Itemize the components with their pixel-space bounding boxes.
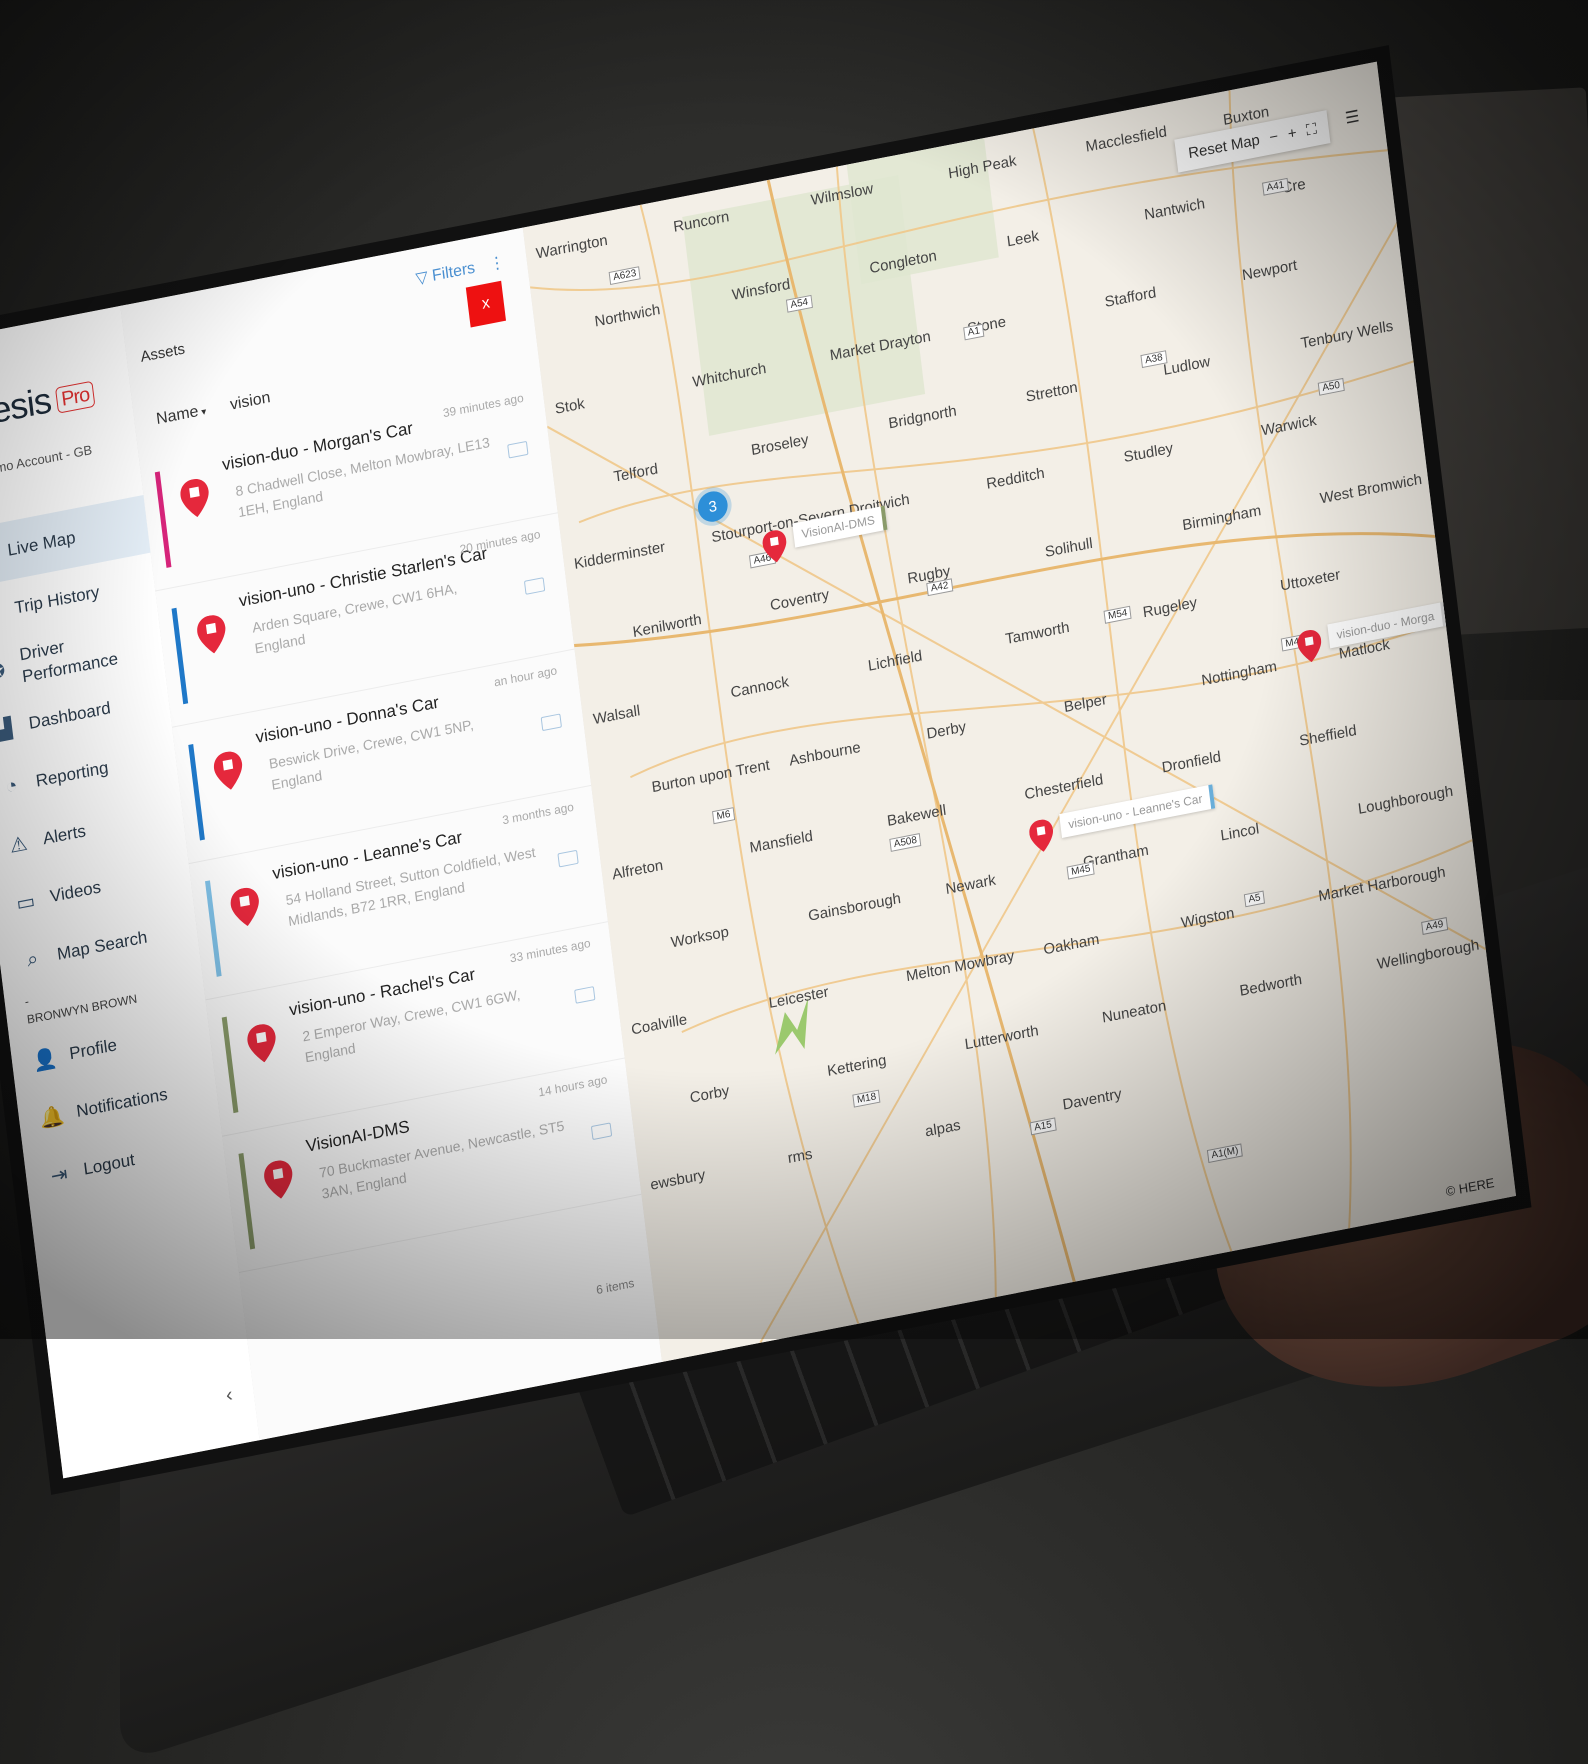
status-color-bar xyxy=(154,471,172,568)
sidebar-item-label: Profile xyxy=(68,1035,118,1064)
profile-icon: 👤 xyxy=(31,1046,59,1073)
map-search-icon: ⌕ xyxy=(25,947,40,972)
map-pin-icon[interactable] xyxy=(761,528,788,564)
warning-icon: ⚠ xyxy=(8,832,29,858)
map-pin-icon[interactable] xyxy=(1296,628,1323,664)
sidebar-item-label: Logout xyxy=(82,1149,136,1179)
map-pin-icon xyxy=(247,1024,276,1063)
account-name: dius Demo Account - GB xyxy=(0,441,93,484)
item-count: 6 items xyxy=(595,1275,636,1298)
map-pin-icon xyxy=(264,1160,293,1199)
map-menu-icon[interactable]: ☰ xyxy=(1344,106,1361,129)
filters-label: Filters xyxy=(431,259,477,285)
map-pin-icon xyxy=(213,751,243,790)
search-input[interactable]: vision xyxy=(229,389,271,414)
last-seen: 3 months ago xyxy=(501,799,575,828)
search-row: Name▾ vision xyxy=(155,389,271,429)
assets-title: Assets xyxy=(139,340,186,366)
zoom-out-button[interactable]: − xyxy=(1268,128,1279,147)
last-seen: an hour ago xyxy=(493,663,558,690)
bell-icon: 🔔 xyxy=(38,1104,66,1131)
sidebar-item-label: Map Search xyxy=(56,927,149,964)
map-pin-icon xyxy=(180,478,209,518)
clear-search-button[interactable]: x xyxy=(465,280,507,328)
pro-badge: Pro xyxy=(55,380,96,414)
reset-map-button[interactable]: Reset Map xyxy=(1187,131,1260,162)
filter-icon: ▽ xyxy=(414,268,429,288)
camera-icon[interactable] xyxy=(540,713,562,732)
video-icon: ▭ xyxy=(15,889,37,916)
app-logo: kinesis Pro xyxy=(0,371,96,441)
map-view[interactable]: Warrington Runcorn Wilmslow High Peak Maccle… xyxy=(522,61,1517,1362)
status-color-bar xyxy=(171,607,189,705)
map-roads xyxy=(529,90,1498,1344)
sort-dropdown[interactable]: Name▾ xyxy=(155,401,207,428)
sidebar-item-label: Reporting xyxy=(34,757,110,791)
sidebar-item-label: Dashboard xyxy=(27,698,112,733)
camera-icon[interactable] xyxy=(557,849,579,868)
last-seen: 14 hours ago xyxy=(537,1072,609,1100)
camera-icon[interactable] xyxy=(507,440,529,459)
map-pin-icon[interactable] xyxy=(1028,818,1055,854)
camera-icon[interactable] xyxy=(523,577,546,595)
status-color-bar xyxy=(238,1152,256,1250)
zoom-in-button[interactable]: + xyxy=(1287,124,1298,143)
map-pin-icon xyxy=(230,887,259,926)
sidebar-item-label: Trip History xyxy=(13,582,101,618)
last-seen: 39 minutes ago xyxy=(442,390,525,421)
last-seen: 20 minutes ago xyxy=(458,526,542,557)
pie-chart-icon: ◔ xyxy=(4,773,19,799)
dashboard-icon: ▟ xyxy=(0,716,14,742)
history-icon: ↺ xyxy=(0,598,4,628)
logo-text: kinesis xyxy=(0,379,53,440)
sidebar-item-label: Live Map xyxy=(6,527,77,560)
map-pin-icon xyxy=(197,615,226,654)
status-color-bar xyxy=(188,744,205,841)
status-color-bar xyxy=(205,880,222,977)
collapse-sidebar-button[interactable]: ‹ xyxy=(225,1384,234,1408)
caret-down-icon: ▾ xyxy=(200,406,208,419)
logout-icon: ⇥ xyxy=(49,1162,69,1188)
camera-icon[interactable] xyxy=(590,1122,613,1141)
sidebar-item-label: Alerts xyxy=(41,821,87,849)
status-color-bar xyxy=(221,1016,239,1114)
fullscreen-icon[interactable]: ⛶ xyxy=(1305,120,1317,139)
sidebar-item-label: Notifications xyxy=(75,1084,169,1122)
camera-icon[interactable] xyxy=(574,986,596,1004)
medal-icon: ✪ xyxy=(0,659,7,685)
more-options-icon[interactable]: ⋮ xyxy=(488,254,506,274)
sort-label: Name xyxy=(155,403,200,429)
sidebar-item-label: Videos xyxy=(48,877,103,907)
last-seen: 33 minutes ago xyxy=(509,935,592,966)
